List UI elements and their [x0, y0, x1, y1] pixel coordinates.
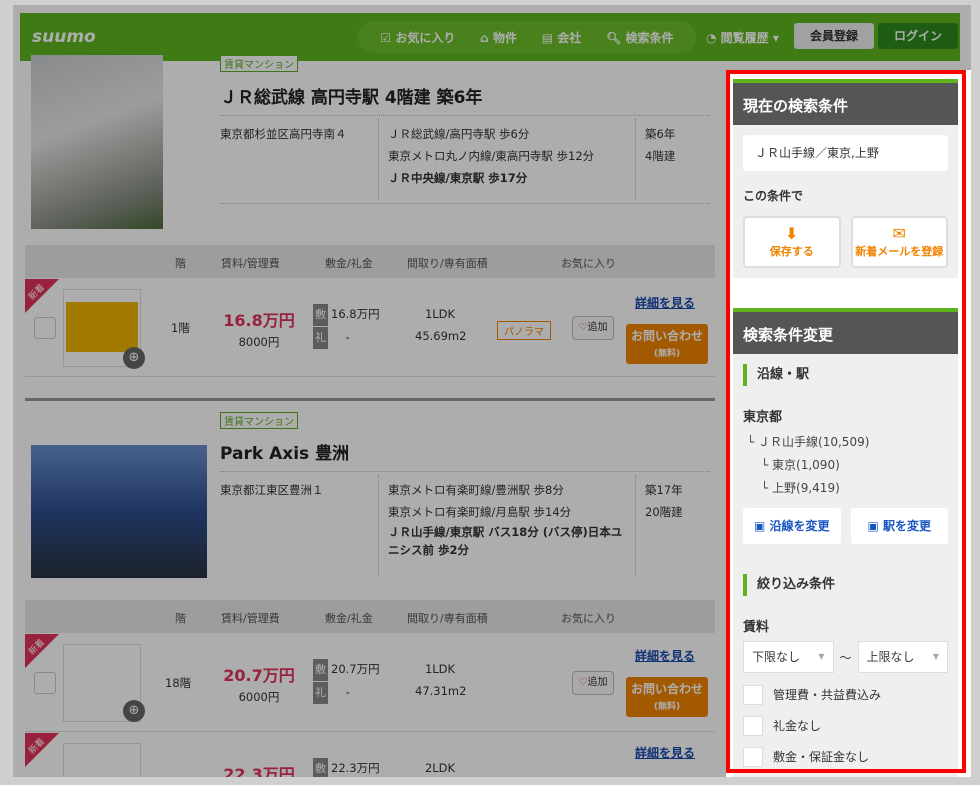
dim-overlay — [13, 5, 971, 70]
dim-overlay — [13, 70, 726, 777]
page: suumo ☑ お気に入り ⌂ 物件 ▤ 会社 🔍︎ 検索条件 ◔ 閲覧履歴 ▾… — [13, 5, 971, 777]
highlight-frame — [726, 70, 966, 773]
